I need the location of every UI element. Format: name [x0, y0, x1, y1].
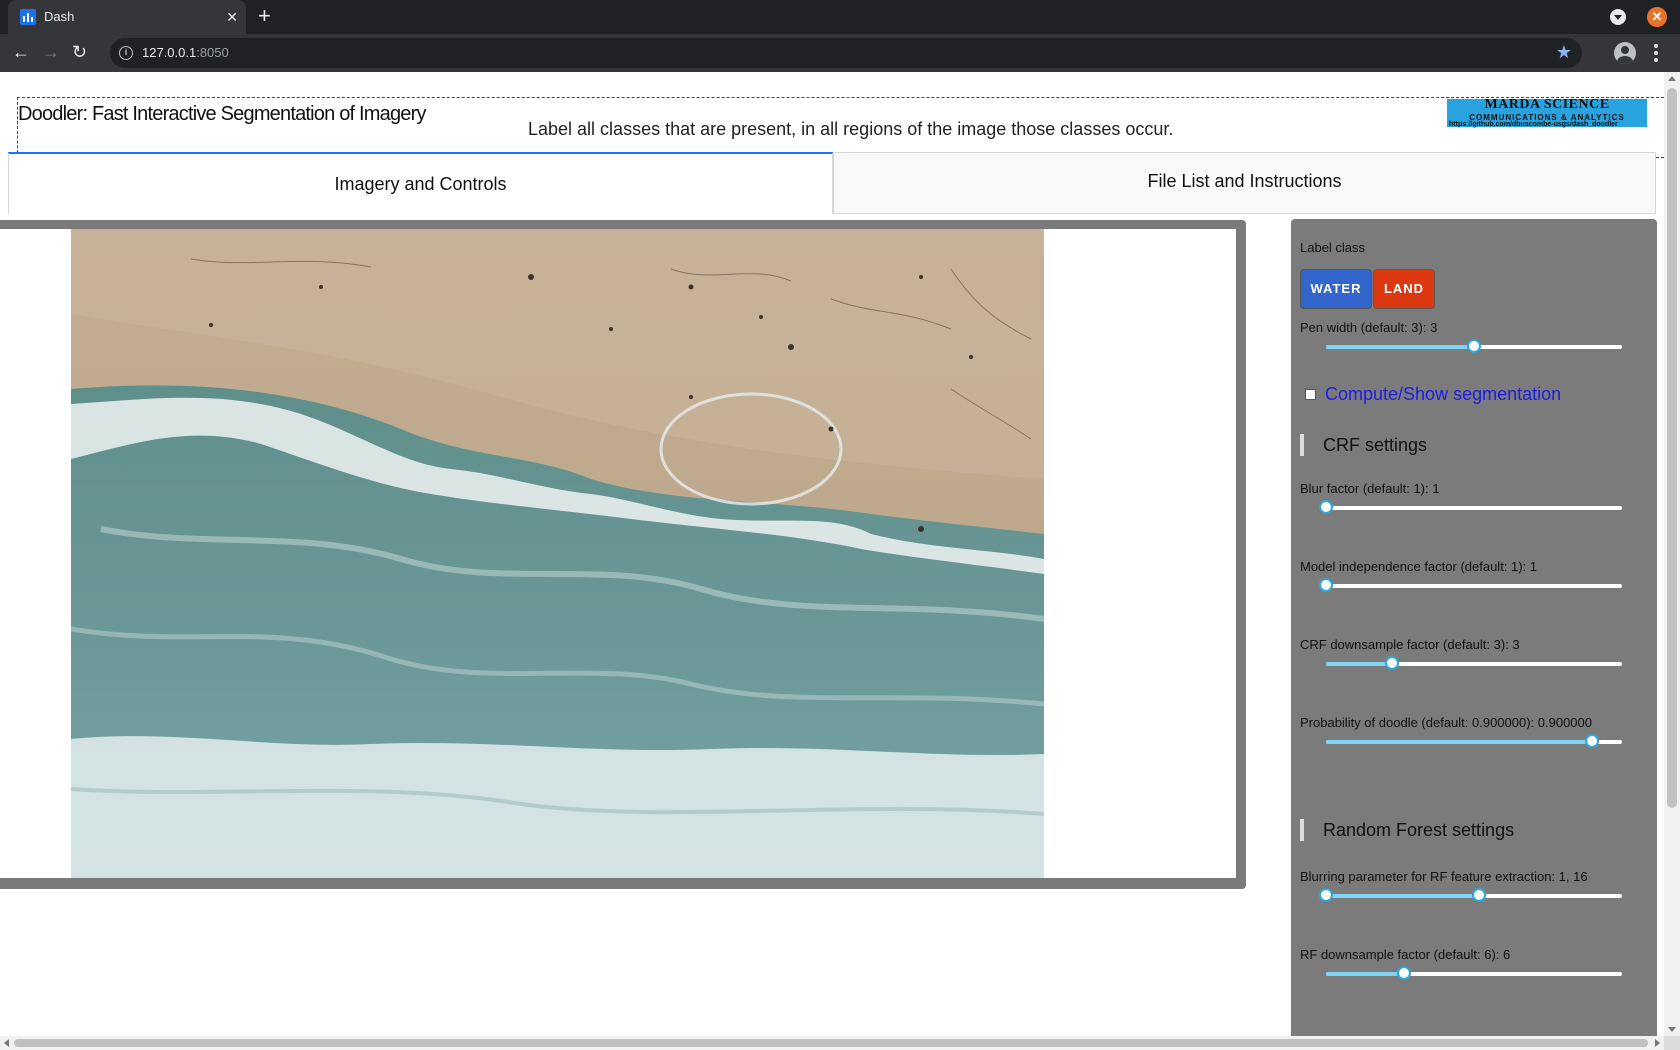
scrollbar-corner — [1664, 1036, 1680, 1050]
class-button-land[interactable]: LAND — [1373, 269, 1435, 309]
slider-handle[interactable] — [1384, 656, 1399, 670]
image-graph-frame — [0, 220, 1246, 889]
tab-bar: Imagery and Controls File List and Instr… — [8, 152, 1656, 214]
slider-handle-high[interactable] — [1472, 888, 1487, 902]
bookmark-star-icon[interactable]: ★ — [1556, 42, 1572, 63]
pen-width-label: Pen width (default: 3): 3 — [1300, 320, 1438, 335]
browser-tab-strip: Dash ✕ + ✕ — [0, 0, 1680, 34]
new-tab-icon[interactable]: + — [258, 5, 271, 27]
slider-handle[interactable] — [1396, 966, 1411, 980]
rf-downsample-label: RF downsample factor (default: 6): 6 — [1300, 947, 1511, 962]
window-close-icon[interactable]: ✕ — [1647, 7, 1667, 27]
forward-arrow-icon[interactable]: → — [42, 42, 60, 62]
class-button-water[interactable]: WATER — [1300, 269, 1372, 309]
rf-blur-range-slider[interactable] — [1319, 888, 1622, 902]
pen-width-slider[interactable] — [1326, 339, 1622, 353]
url-text: 127.0.0.1:8050 — [142, 45, 229, 60]
scroll-down-arrow-icon[interactable] — [1668, 1027, 1676, 1032]
crf-settings-heading: CRF settings — [1300, 434, 1427, 456]
logo-line1: MARDA SCIENCE — [1484, 97, 1610, 112]
slider-handle[interactable] — [1319, 500, 1333, 514]
rf-downsample-slider[interactable] — [1326, 966, 1622, 980]
slider-fill — [1326, 662, 1392, 666]
reload-icon[interactable]: ↻ — [72, 42, 87, 62]
scroll-right-arrow-icon[interactable] — [1655, 1039, 1660, 1047]
slider-handle[interactable] — [1467, 339, 1481, 353]
beach-aerial-image[interactable] — [71, 229, 1044, 878]
crf-downsample-label: CRF downsample factor (default: 3): 3 — [1300, 637, 1520, 652]
blur-factor-slider[interactable] — [1319, 500, 1622, 514]
site-info-icon[interactable]: i — [119, 46, 133, 60]
vertical-scrollbar[interactable] — [1664, 72, 1680, 1036]
app-title: Doodler: Fast Interactive Segmentation o… — [18, 103, 426, 125]
horizontal-scroll-thumb[interactable] — [14, 1039, 1648, 1047]
controls-panel: Label class WATER LAND Pen width (defaul… — [1291, 219, 1657, 1036]
slider-fill — [1326, 894, 1480, 898]
browser-menu-icon[interactable] — [1654, 44, 1658, 65]
model-independence-label: Model independence factor (default: 1): … — [1300, 559, 1538, 574]
profile-avatar-icon[interactable] — [1614, 42, 1636, 64]
crf-downsample-slider[interactable] — [1326, 656, 1622, 670]
address-bar[interactable]: i 127.0.0.1:8050 ★ — [110, 38, 1582, 68]
model-independence-slider[interactable] — [1319, 578, 1622, 592]
browser-toolbar: ← → ↻ i 127.0.0.1:8050 ★ — [0, 34, 1680, 72]
segmentation-checkbox-label[interactable]: Compute/Show segmentation — [1325, 384, 1561, 405]
logo-url: https://github.com/dbuscombe-usgs/dash_d… — [1449, 121, 1618, 128]
slider-fill — [1326, 972, 1404, 976]
rf-settings-heading: Random Forest settings — [1300, 819, 1514, 841]
tab-search-icon[interactable] — [1610, 9, 1626, 25]
rf-blur-label: Blurring parameter for RF feature extrac… — [1300, 869, 1588, 884]
blur-factor-label: Blur factor (default: 1): 1 — [1300, 481, 1440, 496]
back-arrow-icon[interactable]: ← — [12, 42, 30, 62]
segmentation-checkbox[interactable] — [1305, 389, 1316, 400]
tab-imagery-and-controls[interactable]: Imagery and Controls — [8, 152, 833, 214]
slider-handle-low[interactable] — [1319, 888, 1333, 902]
prob-doodle-label: Probability of doodle (default: 0.900000… — [1300, 715, 1592, 730]
slider-handle[interactable] — [1585, 734, 1600, 748]
scroll-left-arrow-icon[interactable] — [4, 1039, 9, 1047]
vertical-scroll-thumb[interactable] — [1667, 88, 1677, 808]
page-content: Doodler: Fast Interactive Segmentation o… — [0, 72, 1664, 1036]
browser-tab[interactable]: Dash ✕ — [8, 0, 246, 34]
prob-doodle-slider[interactable] — [1326, 734, 1622, 748]
instruction-text: Label all classes that are present, in a… — [528, 119, 1174, 139]
slider-fill — [1326, 345, 1474, 349]
dash-favicon-icon — [20, 9, 36, 25]
scroll-up-arrow-icon[interactable] — [1668, 76, 1676, 81]
slider-handle[interactable] — [1319, 578, 1333, 592]
annotation-canvas[interactable] — [0, 229, 1236, 878]
slider-fill — [1326, 740, 1593, 744]
browser-tab-title: Dash — [44, 9, 75, 24]
close-tab-icon[interactable]: ✕ — [226, 8, 238, 26]
horizontal-scrollbar[interactable] — [0, 1036, 1664, 1050]
tab-file-list-and-instructions[interactable]: File List and Instructions — [833, 152, 1656, 214]
label-class-title: Label class — [1300, 240, 1366, 255]
